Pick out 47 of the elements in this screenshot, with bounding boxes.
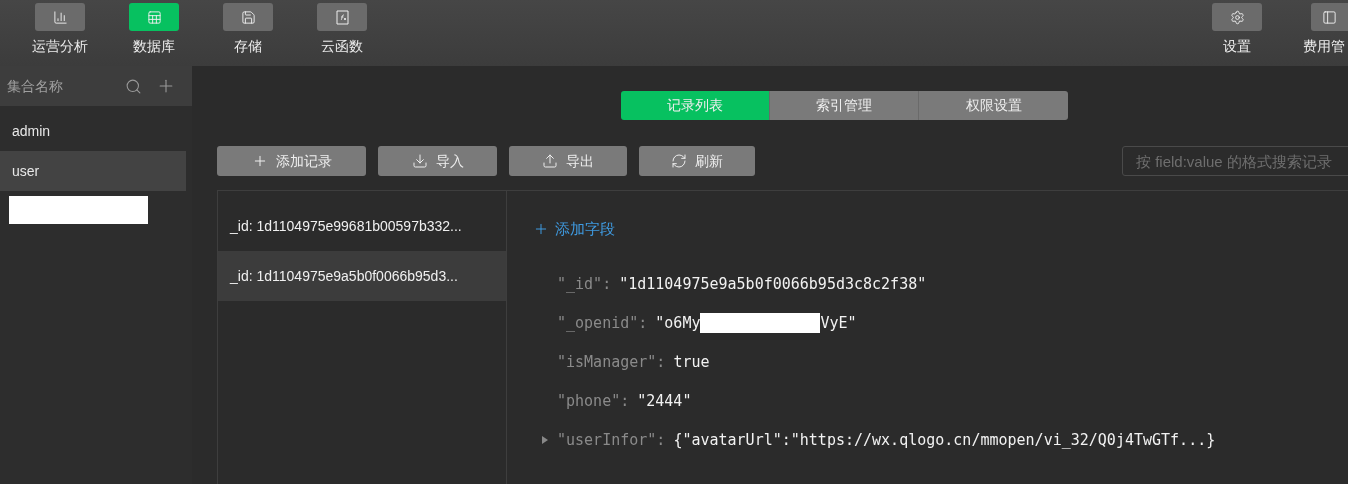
refresh-icon bbox=[671, 153, 687, 169]
toolbar-button[interactable] bbox=[35, 3, 85, 31]
tab[interactable]: 索引管理 bbox=[770, 91, 919, 120]
panel-icon bbox=[1322, 9, 1337, 25]
field-value: true bbox=[673, 351, 710, 373]
field-key: "_id": bbox=[557, 272, 612, 296]
toolbar-label: 运营分析 bbox=[32, 37, 88, 55]
action-button[interactable]: 添加记录 bbox=[217, 146, 366, 176]
toolbar-button[interactable] bbox=[223, 3, 273, 31]
action-button[interactable]: 导出 bbox=[509, 146, 627, 176]
toolbar-label: 云函数 bbox=[321, 37, 363, 55]
add-field-link[interactable]: 添加字段 bbox=[533, 218, 615, 241]
upload-icon bbox=[542, 153, 558, 169]
download-icon bbox=[411, 153, 428, 169]
expand-arrow-icon[interactable] bbox=[542, 436, 548, 444]
field-key: "phone": bbox=[557, 389, 630, 413]
action-button[interactable]: 刷新 bbox=[639, 146, 755, 176]
bar-chart-icon bbox=[52, 9, 68, 25]
action-button[interactable]: 导入 bbox=[378, 146, 497, 176]
field-value: VyE" bbox=[820, 312, 857, 334]
field-value: "1d1104975e9a5b0f0066b95d3c8c2f38" bbox=[619, 273, 927, 295]
search-icon[interactable] bbox=[125, 77, 142, 95]
collection-name-label: 集合名称 bbox=[7, 76, 64, 96]
tab[interactable]: 权限设置 bbox=[919, 91, 1068, 120]
toolbar-button[interactable] bbox=[1311, 3, 1348, 31]
settings-icon bbox=[1229, 9, 1245, 25]
toolbar-label: 数据库 bbox=[133, 37, 175, 55]
field-value: {"avatarUrl":"https://wx.qlogo.cn/mmopen/vi_32/Q0j4TwGTf...} bbox=[673, 429, 1216, 451]
function-icon bbox=[334, 9, 350, 25]
collection-item[interactable]: user bbox=[0, 151, 186, 191]
toolbar-button[interactable] bbox=[129, 3, 179, 31]
toolbar-label: 存储 bbox=[234, 37, 262, 55]
toolbar-button[interactable] bbox=[317, 3, 367, 31]
table-icon bbox=[146, 9, 162, 25]
toolbar-button[interactable] bbox=[1212, 3, 1262, 31]
record-item[interactable]: _id: 1d1104975e99681b00597b332... bbox=[218, 201, 506, 251]
toolbar-label: 设置 bbox=[1223, 37, 1251, 55]
record-item[interactable]: _id: 1d1104975e9a5b0f0066b95d3... bbox=[218, 251, 506, 301]
field-value: "2444" bbox=[637, 390, 692, 412]
tab[interactable]: 记录列表 bbox=[621, 91, 770, 120]
field-key: "userInfor": bbox=[557, 428, 666, 452]
collection-item[interactable]: admin bbox=[0, 111, 186, 151]
field-value: "o6My bbox=[655, 312, 701, 334]
search-field[interactable]: 按 field:value 的格式搜索记录 bbox=[1122, 146, 1348, 176]
field-key: "_openid": bbox=[557, 311, 648, 335]
field-key: "isManager": bbox=[557, 350, 666, 374]
toolbar-label: 费用管 bbox=[1303, 37, 1345, 55]
